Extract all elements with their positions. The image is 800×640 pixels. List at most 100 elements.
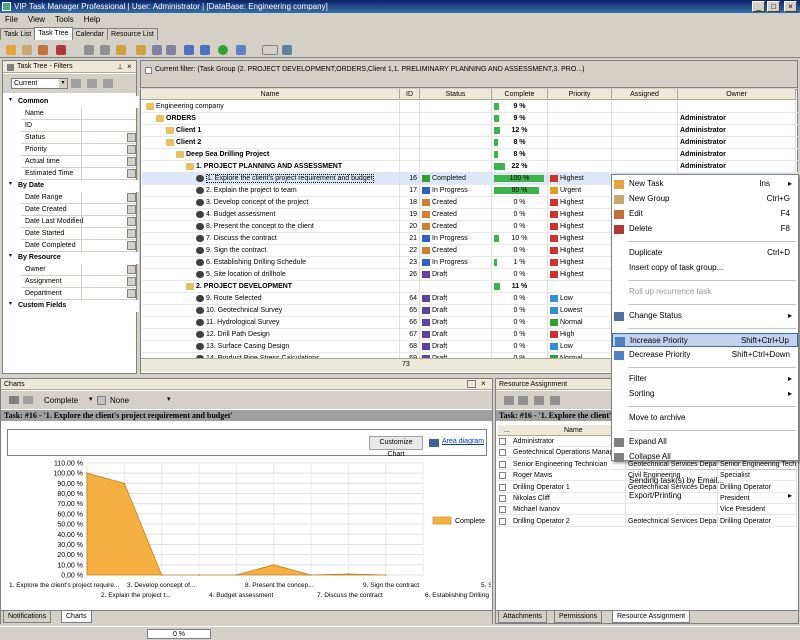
pin-icon[interactable]: ⊥ [117, 63, 123, 71]
menu-item-duplicate[interactable]: Duplicate Ctrl+D [612, 246, 798, 260]
expand-collapse-icon[interactable] [262, 45, 278, 55]
filter-section-common[interactable]: Common [7, 96, 139, 108]
customize-chart-button[interactable]: Customize Chart [369, 436, 423, 458]
print-resources-icon[interactable] [534, 396, 544, 405]
filter-row-id[interactable]: ID [21, 120, 136, 132]
menu-file[interactable]: File [0, 13, 23, 26]
group-filter-icon[interactable] [116, 45, 126, 55]
tab-charts[interactable]: Charts [61, 611, 92, 623]
dropdown-icon[interactable] [127, 265, 136, 274]
preview-icon[interactable] [200, 45, 210, 55]
collapse-section-icon[interactable]: ▾ [9, 252, 12, 259]
columns-icon[interactable] [550, 396, 560, 405]
filter-clear-icon[interactable] [100, 45, 110, 55]
menu-item-move-to-archive[interactable]: Move to archive [612, 411, 798, 425]
menu-item-delete[interactable]: Delete F8 [612, 222, 798, 236]
resource-checkbox[interactable] [499, 495, 506, 502]
filter-row-status[interactable]: Status [21, 132, 136, 144]
resource-checkbox[interactable] [499, 472, 506, 480]
tab-calendar[interactable]: Calendar [71, 28, 109, 40]
resource-row[interactable]: Michael Ivanov Vice President [497, 504, 797, 516]
print-chart-icon[interactable] [9, 396, 19, 404]
chevron-down-icon[interactable]: ▾ [167, 395, 171, 403]
current-filter-checkbox[interactable] [145, 67, 152, 74]
chevron-down-icon[interactable]: ▾ [59, 79, 67, 88]
filter-section-by-resource[interactable]: By Resource [7, 252, 139, 264]
menu-tools[interactable]: Tools [50, 13, 79, 26]
dropdown-icon[interactable] [127, 217, 136, 226]
menu-item-new-task[interactable]: New Task Ins ▸ [612, 177, 798, 191]
resource-checkbox[interactable] [499, 517, 506, 525]
filter-row-assignment[interactable]: Assignment [21, 276, 136, 288]
tab-notifications[interactable]: Notifications [3, 611, 52, 623]
dropdown-icon[interactable] [127, 193, 136, 202]
tab-resource-list[interactable]: Resource List [107, 28, 158, 40]
filter-reset-icon[interactable] [103, 79, 113, 88]
second-series-select[interactable]: None [107, 395, 167, 406]
col-header-complete[interactable]: Complete [492, 89, 548, 100]
dropdown-icon[interactable] [127, 277, 136, 286]
filter-row-priority[interactable]: Priority [21, 144, 136, 156]
menu-item-roll-up-recurrence-task[interactable]: Roll up recurrence task [612, 285, 798, 299]
tab-task-list[interactable]: Task List [0, 28, 36, 40]
dropdown-icon[interactable] [127, 205, 136, 214]
filter-row-department[interactable]: Department [21, 288, 136, 300]
close-charts-icon[interactable]: × [481, 379, 486, 388]
dropdown-icon[interactable] [127, 157, 136, 166]
assign-icon[interactable] [504, 396, 514, 405]
menu-item-edit[interactable]: Edit F4 [612, 207, 798, 221]
print-icon[interactable] [184, 45, 194, 55]
task-group-row[interactable]: 1. PROJECT PLANNING AND ASSESSMENT 22 % Ad… [142, 161, 798, 173]
new-group-icon[interactable] [22, 45, 32, 55]
resource-row[interactable]: Drilling Operator 2 Geotechnical Services… [497, 515, 797, 527]
menu-item-sending-task-s-by-email[interactable]: Sending task(s) by Email... [612, 474, 798, 488]
task-group-row[interactable]: Deep Sea Drilling Project 8 % Administrato… [142, 149, 798, 161]
edit-icon[interactable] [38, 45, 48, 55]
menu-view[interactable]: View [23, 13, 50, 26]
area-diagram-link[interactable]: Area diagram [442, 438, 484, 445]
collapse-section-icon[interactable]: ▾ [9, 180, 12, 187]
unassign-icon[interactable] [518, 396, 528, 405]
task-group-row[interactable]: ORDERS 9 % Administrator [142, 113, 798, 125]
menu-item-new-group[interactable]: New Group Ctrl+G [612, 192, 798, 206]
task-group-row[interactable]: Client 2 8 % Administrator [142, 137, 798, 149]
menu-item-increase-priority[interactable]: Increase Priority Shift+Ctrl+Up [612, 333, 798, 347]
col-header-name[interactable]: Name [141, 89, 400, 100]
color-swatch-icon[interactable] [97, 396, 106, 405]
new-task-icon[interactable] [6, 45, 16, 55]
move-down-icon[interactable] [166, 45, 176, 55]
export-icon[interactable] [236, 45, 246, 55]
col-header-status[interactable]: Status [420, 89, 492, 100]
close-button[interactable]: × [784, 1, 797, 12]
resource-checkbox[interactable] [499, 460, 506, 468]
menu-item-sorting[interactable]: Sorting ▸ [612, 387, 798, 401]
pin-icon[interactable] [467, 380, 476, 388]
dropdown-icon[interactable] [127, 229, 136, 238]
minimize-button[interactable]: _ [752, 1, 765, 12]
col-header-owner[interactable]: Owner [678, 89, 796, 100]
filter-row-date-last-modified[interactable]: Date Last Modified [21, 216, 136, 228]
col-header-assigned[interactable]: Assigned [612, 89, 678, 100]
users-icon[interactable] [136, 45, 146, 55]
delete-icon[interactable] [56, 45, 66, 55]
menu-item-filter[interactable]: Filter ▸ [612, 372, 798, 386]
filter-section-by-date[interactable]: By Date [7, 180, 139, 192]
col-header-select[interactable]: ... [504, 425, 510, 436]
filter-row-date-completed[interactable]: Date Completed [21, 240, 136, 252]
filter-row-date-range[interactable]: Date Range [21, 192, 136, 204]
filter-icon[interactable] [84, 45, 94, 55]
menu-item-decrease-priority[interactable]: Decrease Priority Shift+Ctrl+Down [612, 348, 798, 362]
menu-item-expand-all[interactable]: Expand All [612, 435, 798, 449]
dropdown-icon[interactable] [127, 145, 136, 154]
filter-row-date-started[interactable]: Date Started [21, 228, 136, 240]
filter-row-estimated-time[interactable]: Estimated Time [21, 168, 136, 180]
tab-task-tree[interactable]: Task Tree [34, 27, 73, 40]
menu-help[interactable]: Help [79, 13, 105, 26]
maximize-button[interactable]: □ [767, 1, 780, 12]
filter-row-owner[interactable]: Owner [21, 264, 136, 276]
move-up-icon[interactable] [152, 45, 162, 55]
task-group-row[interactable]: Client 1 12 % Administrator [142, 125, 798, 137]
menu-item-change-status[interactable]: Change Status ▸ [612, 309, 798, 323]
export-chart-icon[interactable] [23, 396, 33, 404]
dropdown-icon[interactable] [127, 169, 136, 178]
